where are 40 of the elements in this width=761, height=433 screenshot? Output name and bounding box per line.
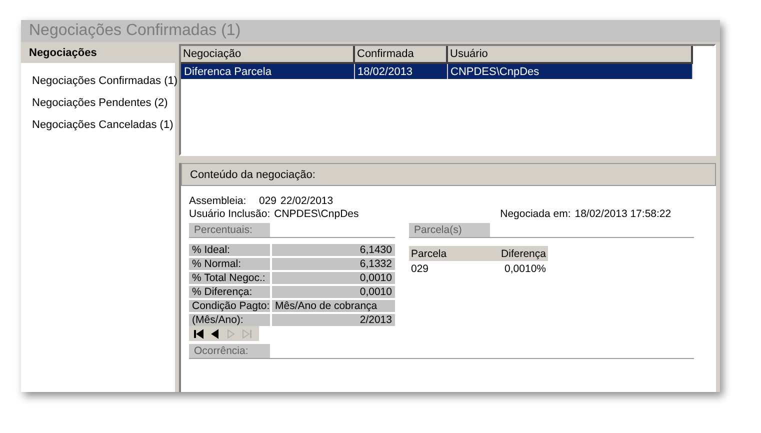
section-title: Ocorrência: bbox=[189, 344, 270, 358]
sidebar-item[interactable]: Negociações Pendentes (2) bbox=[32, 97, 175, 109]
field-label: % Total Negoc.: bbox=[189, 272, 270, 284]
sidebar-item[interactable]: Negociações Canceladas (1) bbox=[32, 119, 175, 131]
column-header: Diferença bbox=[501, 248, 546, 260]
field-label: % Ideal: bbox=[189, 244, 270, 256]
section-header: Conteúdo da negociação: bbox=[181, 163, 716, 186]
field-value: 6,1332 bbox=[272, 258, 395, 270]
field-label: % Normal: bbox=[189, 258, 270, 270]
column-header[interactable]: Negociação bbox=[181, 46, 354, 63]
field-value: 2/2013 bbox=[272, 314, 395, 326]
table-cell: 18/02/2013 bbox=[354, 63, 447, 79]
field-value: 6,1430 bbox=[272, 244, 395, 256]
column-header: Parcela bbox=[411, 248, 447, 260]
field-label: Condição Pagto: bbox=[189, 300, 270, 312]
first-button[interactable] bbox=[192, 328, 206, 340]
field-value: CNPDES\CnpDes bbox=[274, 208, 360, 220]
table-cell: Diferenca Parcela bbox=[181, 63, 354, 79]
sidebar-item[interactable]: Negociações Confirmadas (1) bbox=[32, 75, 175, 87]
field-value: 0,0010 bbox=[272, 272, 395, 284]
table-cell: 029 bbox=[411, 263, 429, 275]
field-label: % Diferença: bbox=[189, 286, 270, 298]
section-title: Parcela(s) bbox=[409, 223, 490, 237]
field-label: (Mês/Ano): bbox=[189, 314, 270, 326]
window-title: Negociações Confirmadas (1) bbox=[21, 20, 720, 42]
field-value: 22/02/2013 bbox=[280, 194, 334, 206]
field-label: Usuário Inclusão: bbox=[189, 208, 272, 220]
field-value: 029 bbox=[259, 194, 278, 206]
column-header[interactable]: Usuário bbox=[447, 46, 692, 63]
section-title: Percentuais: bbox=[189, 223, 270, 237]
field-label: Negociada em: bbox=[500, 208, 572, 220]
field-value: Mês/Ano de cobrança bbox=[272, 300, 395, 312]
field-label: Assembleia: bbox=[189, 194, 248, 206]
column-header[interactable]: Confirmada bbox=[354, 46, 447, 63]
field-value: 18/02/2013 17:58:22 bbox=[574, 208, 672, 220]
table-cell: 0,0010% bbox=[504, 263, 546, 275]
table-cell: CNPDES\CnpDes bbox=[447, 63, 692, 79]
field-value: 0,0010 bbox=[272, 286, 395, 298]
table-row[interactable]: Diferenca Parcela 18/02/2013 CNPDES\CnpDes bbox=[181, 63, 692, 79]
sidebar-header: Negociações bbox=[21, 42, 175, 63]
